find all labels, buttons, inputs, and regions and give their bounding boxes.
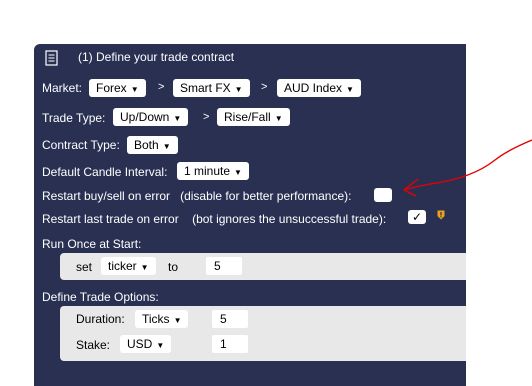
restart-last-trade-hint: (bot ignores the unsuccessful trade): (192, 212, 387, 226)
separator: > (203, 111, 210, 123)
currency-dropdown[interactable]: USD ▼ (120, 335, 172, 353)
stake-value-input[interactable]: 1 (212, 335, 248, 353)
candle-interval-dropdown[interactable]: 1 minute ▼ (177, 162, 249, 180)
separator: > (158, 81, 165, 93)
restart-buy-sell-hint: (disable for better performance): (180, 189, 352, 203)
restart-last-trade-label: Restart last trade on error (bot ignores… (42, 212, 387, 226)
trade-options-label: Define Trade Options: (42, 290, 159, 304)
candle-interval-label: Default Candle Interval: (42, 165, 168, 179)
market-label: Market: (42, 81, 83, 95)
trade-type-dropdown[interactable]: Rise/Fall ▼ (217, 108, 290, 126)
submarket-dropdown[interactable]: Smart FX ▼ (173, 79, 250, 97)
restart-buy-sell-label: Restart buy/sell on error (disable for b… (42, 189, 352, 203)
ticker-value-input[interactable]: 5 (206, 257, 242, 275)
duration-unit-dropdown[interactable]: Ticks ▼ (135, 310, 189, 328)
document-list-icon (45, 50, 58, 66)
duration-label: Duration: (76, 312, 125, 326)
shield-warning-icon[interactable] (437, 210, 445, 220)
trade-type-label: Trade Type: (42, 111, 106, 125)
restart-buy-sell-checkbox[interactable] (374, 188, 392, 202)
block-title: (1) Define your trade contract (78, 50, 235, 64)
contract-type-label: Contract Type: (42, 138, 120, 152)
duration-value-input[interactable]: 5 (212, 310, 248, 328)
variable-dropdown[interactable]: ticker ▼ (101, 257, 156, 275)
market-forex-dropdown[interactable]: Forex ▼ (89, 79, 146, 97)
set-keyword: set (76, 260, 93, 274)
run-once-label: Run Once at Start: (42, 237, 142, 251)
underlying-dropdown[interactable]: AUD Index ▼ (277, 79, 361, 97)
stake-label: Stake: (76, 338, 111, 352)
restart-last-trade-checkbox[interactable]: ✓ (408, 210, 426, 224)
separator: > (261, 81, 268, 93)
trade-category-dropdown[interactable]: Up/Down ▼ (113, 108, 189, 126)
contract-type-dropdown[interactable]: Both ▼ (127, 136, 178, 154)
to-keyword: to (168, 260, 179, 274)
